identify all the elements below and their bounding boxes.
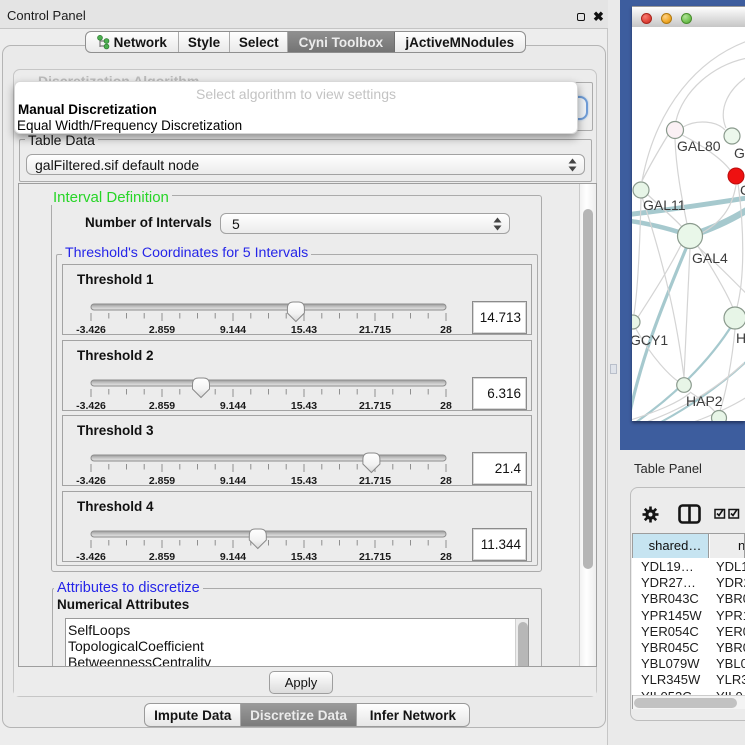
svg-text:9.144: 9.144 bbox=[220, 475, 246, 487]
svg-text:C: C bbox=[740, 182, 745, 198]
svg-text:21.715: 21.715 bbox=[359, 324, 391, 336]
svg-text:21.715: 21.715 bbox=[359, 551, 391, 563]
svg-text:2.859: 2.859 bbox=[149, 324, 175, 336]
svg-text:21.715: 21.715 bbox=[359, 400, 391, 412]
svg-text:GA: GA bbox=[734, 145, 745, 161]
svg-text:2.859: 2.859 bbox=[149, 475, 175, 487]
svg-text:2.859: 2.859 bbox=[149, 551, 175, 563]
svg-text:15.43: 15.43 bbox=[291, 400, 317, 412]
svg-text:H: H bbox=[736, 330, 745, 346]
svg-text:21.715: 21.715 bbox=[359, 475, 391, 487]
svg-text:9.144: 9.144 bbox=[220, 551, 246, 563]
svg-text:9.144: 9.144 bbox=[220, 400, 246, 412]
svg-text:GAL4: GAL4 bbox=[692, 250, 728, 266]
svg-text:GAL11: GAL11 bbox=[643, 197, 686, 213]
svg-text:28: 28 bbox=[440, 400, 452, 412]
svg-text:15.43: 15.43 bbox=[291, 324, 317, 336]
svg-text:-3.426: -3.426 bbox=[76, 324, 106, 336]
svg-text:-3.426: -3.426 bbox=[76, 475, 106, 487]
svg-text:9.144: 9.144 bbox=[220, 324, 246, 336]
svg-text:28: 28 bbox=[440, 324, 452, 336]
svg-text:2.859: 2.859 bbox=[149, 400, 175, 412]
svg-text:HAP2: HAP2 bbox=[686, 393, 723, 409]
svg-text:15.43: 15.43 bbox=[291, 475, 317, 487]
svg-text:GAL80: GAL80 bbox=[677, 138, 721, 154]
svg-text:GCY1: GCY1 bbox=[632, 332, 668, 348]
svg-text:-3.426: -3.426 bbox=[76, 400, 106, 412]
svg-text:-3.426: -3.426 bbox=[76, 551, 106, 563]
svg-text:15.43: 15.43 bbox=[291, 551, 317, 563]
svg-text:28: 28 bbox=[440, 475, 452, 487]
svg-text:28: 28 bbox=[440, 551, 452, 563]
